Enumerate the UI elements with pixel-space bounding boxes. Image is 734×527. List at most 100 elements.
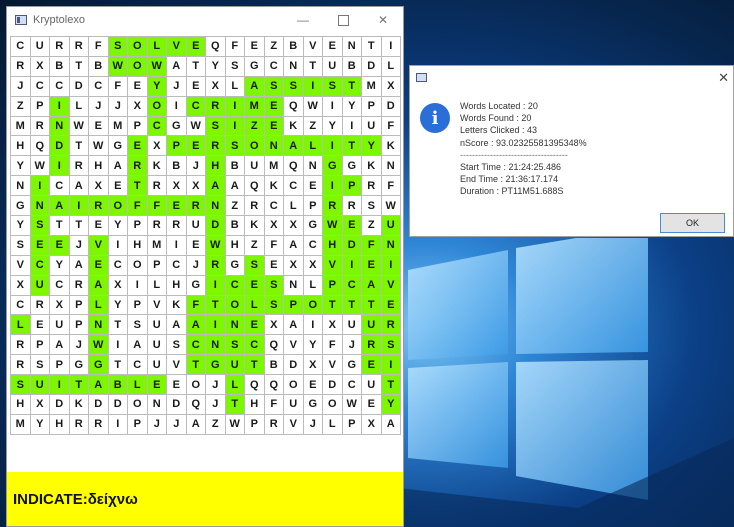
grid-cell[interactable]: R [167, 216, 187, 236]
grid-cell[interactable]: P [128, 295, 148, 316]
grid-cell[interactable]: K [167, 295, 187, 316]
grid-cell[interactable]: C [50, 76, 70, 97]
grid-cell[interactable]: W [69, 116, 89, 137]
ok-button[interactable]: OK [660, 213, 725, 233]
grid-cell[interactable]: W [30, 156, 50, 177]
grid-cell[interactable]: V [167, 355, 187, 376]
grid-cell[interactable]: L [323, 414, 343, 435]
grid-cell[interactable]: E [186, 136, 206, 157]
grid-cell[interactable]: D [381, 96, 401, 117]
grid-cell[interactable]: R [206, 136, 226, 157]
grid-cell[interactable]: S [167, 335, 187, 356]
grid-cell[interactable]: E [264, 96, 284, 117]
grid-cell[interactable]: I [225, 116, 245, 137]
grid-cell[interactable]: E [362, 255, 382, 276]
grid-cell[interactable]: F [381, 176, 401, 197]
grid-cell[interactable]: J [206, 375, 226, 396]
grid-cell[interactable]: C [225, 275, 245, 296]
grid-cell[interactable]: T [362, 37, 382, 57]
grid-cell[interactable]: E [128, 76, 148, 97]
grid-cell[interactable]: P [128, 116, 148, 137]
grid-cell[interactable]: H [245, 395, 265, 415]
grid-cell[interactable]: L [147, 37, 167, 57]
grid-cell[interactable]: P [147, 255, 167, 276]
grid-cell[interactable]: D [284, 355, 304, 376]
grid-cell[interactable]: C [303, 235, 323, 256]
grid-cell[interactable]: E [362, 355, 382, 376]
grid-cell[interactable]: E [186, 235, 206, 256]
grid-cell[interactable]: Y [323, 116, 343, 137]
grid-cell[interactable]: X [284, 216, 304, 236]
grid-cell[interactable]: X [323, 315, 343, 336]
grid-cell[interactable]: C [284, 176, 304, 197]
grid-cell[interactable]: E [108, 176, 128, 197]
grid-cell[interactable]: E [89, 255, 109, 276]
grid-cell[interactable]: F [362, 235, 382, 256]
grid-cell[interactable]: G [342, 156, 362, 177]
grid-cell[interactable]: F [381, 116, 401, 137]
grid-cell[interactable]: I [128, 275, 148, 296]
grid-cell[interactable]: D [167, 395, 187, 415]
grid-cell[interactable]: I [167, 96, 187, 117]
grid-cell[interactable]: T [381, 375, 401, 396]
grid-cell[interactable]: A [225, 176, 245, 197]
close-button[interactable]: ✕ [363, 7, 403, 33]
grid-cell[interactable]: P [342, 414, 362, 435]
grid-cell[interactable]: Y [108, 216, 128, 236]
grid-cell[interactable]: C [11, 295, 31, 316]
grid-cell[interactable]: L [147, 275, 167, 296]
grid-cell[interactable]: I [381, 255, 401, 276]
grid-cell[interactable]: M [245, 96, 265, 117]
grid-cell[interactable]: T [342, 136, 362, 157]
grid-cell[interactable]: A [50, 335, 70, 356]
grid-cell[interactable]: U [381, 216, 401, 236]
grid-cell[interactable]: X [30, 56, 50, 77]
grid-cell[interactable]: L [303, 136, 323, 157]
grid-cell[interactable]: S [128, 315, 148, 336]
grid-cell[interactable]: R [30, 295, 50, 316]
grid-cell[interactable]: Z [206, 414, 226, 435]
grid-cell[interactable]: S [264, 76, 284, 97]
grid-cell[interactable]: T [323, 295, 343, 316]
grid-cell[interactable]: X [284, 255, 304, 276]
grid-cell[interactable]: U [323, 56, 343, 77]
grid-cell[interactable]: J [69, 335, 89, 356]
grid-cell[interactable]: J [186, 255, 206, 276]
grid-cell[interactable]: M [147, 235, 167, 256]
grid-cell[interactable]: Z [245, 235, 265, 256]
grid-cell[interactable]: R [362, 176, 382, 197]
grid-cell[interactable]: W [323, 216, 343, 236]
grid-cell[interactable]: E [128, 136, 148, 157]
grid-cell[interactable]: A [186, 315, 206, 336]
grid-cell[interactable]: S [11, 375, 31, 396]
grid-cell[interactable]: S [225, 56, 245, 77]
grid-cell[interactable]: T [186, 56, 206, 77]
grid-cell[interactable]: V [89, 235, 109, 256]
grid-cell[interactable]: R [69, 37, 89, 57]
grid-cell[interactable]: Z [11, 96, 31, 117]
grid-cell[interactable]: X [30, 395, 50, 415]
grid-cell[interactable]: R [381, 315, 401, 336]
grid-cell[interactable]: E [323, 37, 343, 57]
grid-cell[interactable]: Z [303, 116, 323, 137]
grid-cell[interactable]: W [186, 116, 206, 137]
grid-cell[interactable]: S [264, 275, 284, 296]
grid-cell[interactable]: R [147, 176, 167, 197]
grid-cell[interactable]: A [362, 275, 382, 296]
grid-cell[interactable]: N [147, 395, 167, 415]
grid-cell[interactable]: H [11, 395, 31, 415]
grid-cell[interactable]: V [284, 414, 304, 435]
grid-cell[interactable]: C [30, 76, 50, 97]
grid-cell[interactable]: K [245, 216, 265, 236]
grid-cell[interactable]: X [167, 176, 187, 197]
grid-cell[interactable]: X [264, 315, 284, 336]
grid-cell[interactable]: T [342, 76, 362, 97]
grid-cell[interactable]: T [362, 295, 382, 316]
grid-cell[interactable]: U [30, 37, 50, 57]
grid-cell[interactable]: A [89, 375, 109, 396]
grid-cell[interactable]: W [108, 56, 128, 77]
grid-cell[interactable]: Q [245, 375, 265, 396]
grid-cell[interactable]: L [69, 96, 89, 117]
grid-cell[interactable]: P [342, 176, 362, 197]
grid-cell[interactable]: P [245, 414, 265, 435]
